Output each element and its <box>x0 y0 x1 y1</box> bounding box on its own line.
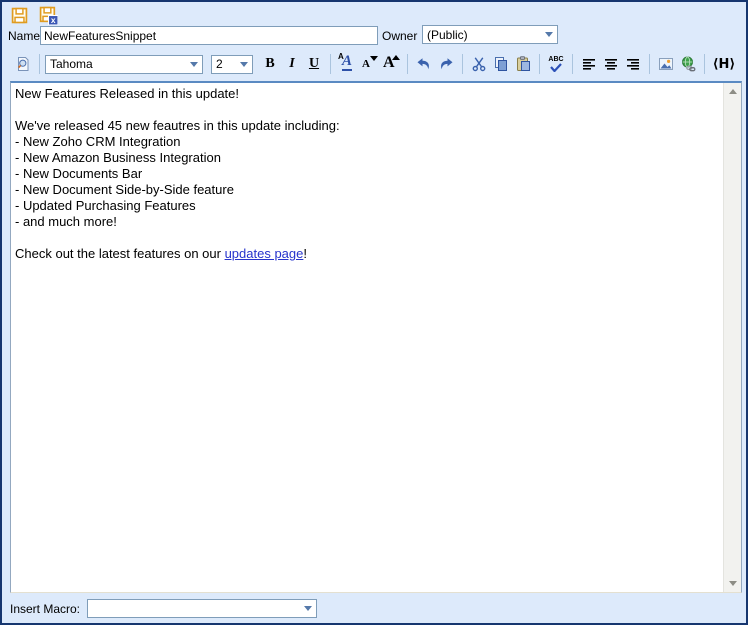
editor-line: We've released 45 new feautres in this u… <box>15 118 720 134</box>
align-left-icon <box>581 56 597 72</box>
save-icon <box>11 7 28 24</box>
toolbar-separator <box>407 54 408 74</box>
cut-icon <box>471 56 487 72</box>
shrink-font-button[interactable]: A <box>358 54 380 75</box>
editor-line: - New Document Side-by-Side feature <box>15 182 720 198</box>
editor-line: - and much more! <box>15 214 720 230</box>
scroll-up-icon[interactable] <box>724 83 741 100</box>
owner-value: (Public) <box>423 28 541 42</box>
editor-vertical-scrollbar[interactable] <box>723 83 741 592</box>
align-right-button[interactable] <box>622 54 644 75</box>
snippet-body-editor[interactable]: New Features Released in this update! We… <box>10 81 742 593</box>
editor-final-suffix: ! <box>303 246 307 261</box>
font-family-select[interactable]: Tahoma <box>45 55 203 74</box>
editor-line: - New Zoho CRM Integration <box>15 134 720 150</box>
insert-image-button[interactable] <box>655 54 677 75</box>
editor-line: Check out the latest features on our upd… <box>15 246 720 262</box>
redo-button[interactable] <box>435 54 457 75</box>
bold-icon: B <box>265 56 274 72</box>
cut-button[interactable] <box>468 54 490 75</box>
copy-button[interactable] <box>490 54 512 75</box>
owner-label: Owner <box>382 29 417 43</box>
font-color-icon: A A <box>337 55 357 73</box>
insert-link-button[interactable] <box>677 54 699 75</box>
editor-line <box>15 102 720 118</box>
editor-final-prefix: Check out the latest features on our <box>15 246 225 261</box>
toolbar-separator <box>330 54 331 74</box>
align-center-icon <box>603 56 619 72</box>
spellcheck-button[interactable]: ABC <box>545 54 567 75</box>
chevron-down-icon <box>541 32 557 37</box>
footer-bar: Insert Macro: <box>2 599 746 623</box>
editor-line <box>15 230 720 246</box>
chevron-down-icon <box>236 62 252 67</box>
insert-macro-label: Insert Macro: <box>10 602 80 616</box>
editor-content[interactable]: New Features Released in this update! We… <box>11 83 724 592</box>
fields-row: Name Owner (Public) <box>2 26 746 46</box>
insert-image-icon <box>658 56 674 72</box>
paste-icon <box>515 56 531 72</box>
copy-icon <box>493 56 509 72</box>
html-view-icon: ⟨H⟩ <box>713 57 736 72</box>
bold-button[interactable]: B <box>259 54 281 75</box>
font-size-select[interactable]: 2 <box>211 55 253 74</box>
updates-page-link[interactable]: updates page <box>225 246 304 261</box>
html-view-button[interactable]: ⟨H⟩ <box>710 54 738 75</box>
insert-macro-select[interactable] <box>87 599 317 618</box>
align-left-button[interactable] <box>578 54 600 75</box>
undo-icon <box>416 56 432 72</box>
formatting-toolbar: Tahoma 2 B I U A A A <box>2 50 746 78</box>
underline-button[interactable]: U <box>303 54 325 75</box>
snippet-editor-window: x Name Owner (Public) Tahoma <box>0 0 748 625</box>
grow-font-icon: A <box>382 55 400 73</box>
font-size-value: 2 <box>212 57 236 71</box>
top-icon-bar: x <box>8 5 59 25</box>
align-center-button[interactable] <box>600 54 622 75</box>
toolbar-separator <box>572 54 573 74</box>
grow-font-button[interactable]: A <box>380 54 402 75</box>
name-input[interactable] <box>40 26 378 45</box>
toolbar-separator <box>539 54 540 74</box>
save-button[interactable] <box>8 5 30 26</box>
editor-line: - Updated Purchasing Features <box>15 198 720 214</box>
owner-select[interactable]: (Public) <box>422 25 558 44</box>
toolbar-separator <box>39 54 40 74</box>
save-close-icon: x <box>39 6 58 25</box>
toolbar-separator <box>462 54 463 74</box>
align-right-icon <box>625 56 641 72</box>
undo-button[interactable] <box>413 54 435 75</box>
scroll-down-icon[interactable] <box>724 575 741 592</box>
italic-button[interactable]: I <box>281 54 303 75</box>
save-close-button[interactable]: x <box>37 5 59 26</box>
editor-line: New Features Released in this update! <box>15 86 720 102</box>
editor-line: - New Amazon Business Integration <box>15 150 720 166</box>
insert-link-icon <box>680 56 696 72</box>
underline-icon: U <box>309 56 319 72</box>
redo-icon <box>438 56 454 72</box>
name-label: Name <box>8 29 40 43</box>
chevron-down-icon <box>300 606 316 611</box>
shrink-font-icon: A <box>360 55 378 73</box>
paste-button[interactable] <box>512 54 534 75</box>
italic-icon: I <box>289 56 294 72</box>
font-family-value: Tahoma <box>46 57 186 71</box>
print-preview-button[interactable] <box>12 54 34 75</box>
toolbar-separator <box>704 54 705 74</box>
toolbar-separator <box>649 54 650 74</box>
chevron-down-icon <box>186 62 202 67</box>
print-preview-icon <box>15 56 31 72</box>
editor-line: - New Documents Bar <box>15 166 720 182</box>
font-color-button[interactable]: A A <box>336 54 358 75</box>
spellcheck-icon: ABC <box>548 56 563 72</box>
svg-text:x: x <box>50 15 55 25</box>
